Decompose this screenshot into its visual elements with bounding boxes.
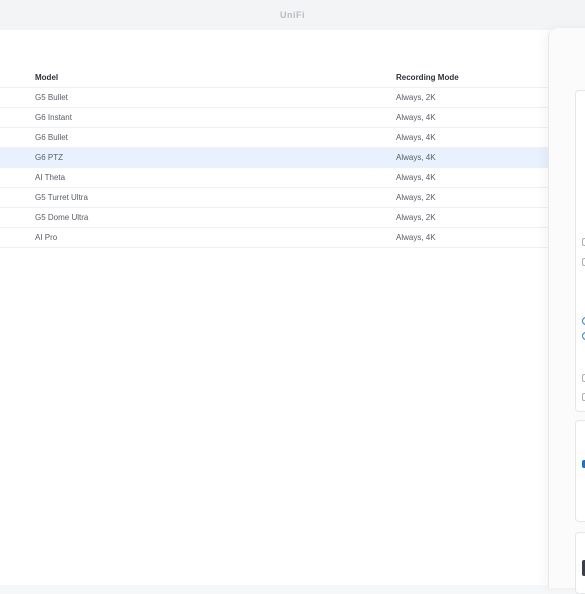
cell-recording-mode: Always, 4K	[396, 113, 436, 122]
cell-model: G6 Instant	[35, 113, 72, 122]
table-header: Model Recording Mode	[0, 68, 565, 88]
cell-model: G6 Bullet	[35, 133, 68, 142]
table-row[interactable]: G6 Bullet Always, 4K	[0, 128, 565, 148]
cell-recording-mode: Always, 2K	[396, 193, 436, 202]
cell-recording-mode: Always, 4K	[396, 133, 436, 142]
cell-recording-mode: Always, 2K	[396, 213, 436, 222]
cell-model: AI Pro	[35, 233, 58, 242]
table-row[interactable]: G5 Bullet Always, 2K	[0, 88, 565, 108]
table-row[interactable]: G6 Instant Always, 4K	[0, 108, 565, 128]
cell-model: G5 Dome Ultra	[35, 213, 89, 222]
table-row[interactable]: G5 Turret Ultra Always, 2K	[0, 188, 565, 208]
cell-recording-mode: Always, 4K	[396, 233, 436, 242]
cell-model: G5 Bullet	[35, 93, 68, 102]
table-row[interactable]: AI Pro Always, 4K	[0, 228, 565, 248]
cell-model: G5 Turret Ultra	[35, 193, 88, 202]
table-row[interactable]: AI Theta Always, 4K	[0, 168, 565, 188]
cell-recording-mode: Always, 4K	[396, 153, 436, 162]
settings-card	[575, 420, 585, 522]
table-row[interactable]: G5 Dome Ultra Always, 2K	[0, 208, 565, 228]
table-row-selected[interactable]: G6 PTZ Always, 4K	[0, 148, 565, 168]
top-bar: UniFi	[0, 0, 585, 30]
brand-logo: UniFi	[280, 10, 305, 20]
cell-recording-mode: Always, 2K	[396, 93, 436, 102]
cell-model: AI Theta	[35, 173, 66, 182]
cell-recording-mode: Always, 4K	[396, 173, 436, 182]
cell-model: G6 PTZ	[35, 153, 64, 162]
settings-card	[575, 90, 585, 412]
column-header-recording-mode[interactable]: Recording Mode	[396, 73, 459, 82]
main-content: Model Recording Mode G5 Bullet Always, 2…	[0, 30, 585, 585]
column-header-model[interactable]: Model	[35, 73, 58, 82]
camera-table: Model Recording Mode G5 Bullet Always, 2…	[0, 68, 565, 248]
